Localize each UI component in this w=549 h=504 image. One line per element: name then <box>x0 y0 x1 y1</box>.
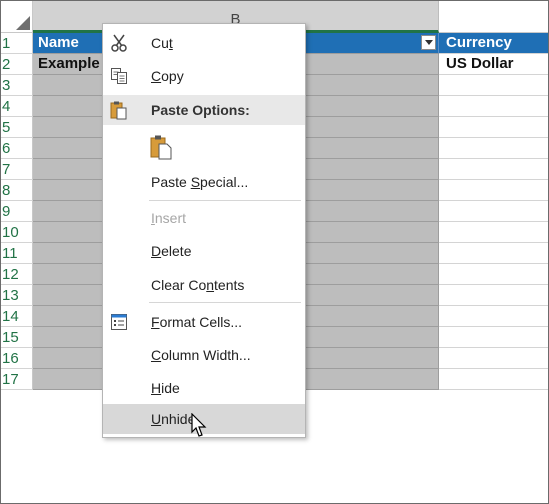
menu-item-label: Column Width... <box>151 347 251 363</box>
menu-item-copy[interactable]: Copy <box>103 61 305 91</box>
select-all-triangle <box>16 16 30 30</box>
menu-separator <box>149 200 301 201</box>
table-cell[interactable] <box>439 306 548 327</box>
paste-button[interactable] <box>103 128 305 164</box>
row-header[interactable]: 3 <box>1 75 33 96</box>
row-header[interactable]: 8 <box>1 180 33 201</box>
row-header[interactable]: 16 <box>1 348 33 369</box>
table-cell[interactable] <box>439 348 548 369</box>
table-cell[interactable] <box>439 75 548 96</box>
row-header[interactable]: 6 <box>1 138 33 159</box>
paste-options-header: Paste Options: <box>103 95 305 125</box>
menu-item-label: Unhide <box>151 411 196 427</box>
menu-item-hide[interactable]: Hide <box>103 373 305 403</box>
row-header[interactable]: 5 <box>1 117 33 138</box>
menu-separator <box>149 302 301 303</box>
row-header[interactable]: 11 <box>1 243 33 264</box>
menu-item-cut[interactable]: Cut <box>103 28 305 58</box>
paste-options-label: Paste Options: <box>151 102 250 118</box>
table-cell[interactable] <box>439 117 548 138</box>
clipboard-paste-icon <box>149 134 173 160</box>
scissors-icon <box>109 33 129 53</box>
menu-item-label: Paste Special... <box>151 174 249 190</box>
menu-item-format-cells[interactable]: Format Cells... <box>103 307 305 337</box>
row-header[interactable]: 7 <box>1 159 33 180</box>
filter-dropdown-button[interactable] <box>421 35 436 50</box>
column-header-c[interactable] <box>439 1 548 33</box>
menu-item-label: Delete <box>151 243 192 259</box>
format-cells-icon <box>109 312 129 332</box>
row-header[interactable]: 10 <box>1 222 33 243</box>
copy-icon <box>109 66 129 86</box>
menu-item-label: Copy <box>151 68 184 84</box>
menu-item-insert: Insert <box>103 203 305 233</box>
table-cell[interactable] <box>439 201 548 222</box>
select-all-button[interactable] <box>1 1 33 33</box>
menu-item-label: Cut <box>151 35 173 51</box>
mouse-pointer-icon <box>191 412 209 439</box>
table-header-name-label: Name <box>38 34 79 51</box>
row-header[interactable]: 14 <box>1 306 33 327</box>
spreadsheet-window: B 1 2 3 4 5 6 7 8 9 10 11 12 13 14 15 16… <box>0 0 549 504</box>
table-cell[interactable] <box>439 327 548 348</box>
row-header[interactable]: 12 <box>1 264 33 285</box>
row-header[interactable]: 2 <box>1 54 33 75</box>
table-cell[interactable]: US Dollar <box>439 54 548 75</box>
row-header[interactable]: 13 <box>1 285 33 306</box>
row-header[interactable]: 1 <box>1 33 33 54</box>
menu-item-label: Hide <box>151 380 180 396</box>
menu-item-label: Format Cells... <box>151 314 243 330</box>
table-cell[interactable] <box>439 180 548 201</box>
menu-item-paste-special[interactable]: Paste Special... <box>103 167 305 197</box>
menu-item-column-width[interactable]: Column Width... <box>103 340 305 370</box>
table-cell[interactable] <box>439 96 548 117</box>
context-menu: Cut Copy Paste Options: Paste Special...… <box>102 23 306 438</box>
row-header[interactable]: 15 <box>1 327 33 348</box>
menu-item-delete[interactable]: Delete <box>103 236 305 266</box>
table-cell[interactable] <box>439 369 548 390</box>
table-cell[interactable] <box>439 243 548 264</box>
table-cell[interactable] <box>439 222 548 243</box>
table-header-currency[interactable]: Currency <box>439 33 548 54</box>
chevron-down-icon <box>425 40 433 45</box>
clipboard-icon <box>109 100 129 120</box>
menu-item-label: Clear Contents <box>151 277 245 293</box>
table-cell[interactable] <box>439 138 548 159</box>
row-header[interactable]: 9 <box>1 201 33 222</box>
menu-item-clear-contents[interactable]: Clear Contents <box>103 270 305 300</box>
table-cell[interactable] <box>439 285 548 306</box>
menu-item-label: Insert <box>151 210 187 226</box>
row-header[interactable]: 17 <box>1 369 33 390</box>
table-cell[interactable] <box>439 264 548 285</box>
row-header[interactable]: 4 <box>1 96 33 117</box>
table-cell[interactable] <box>439 159 548 180</box>
